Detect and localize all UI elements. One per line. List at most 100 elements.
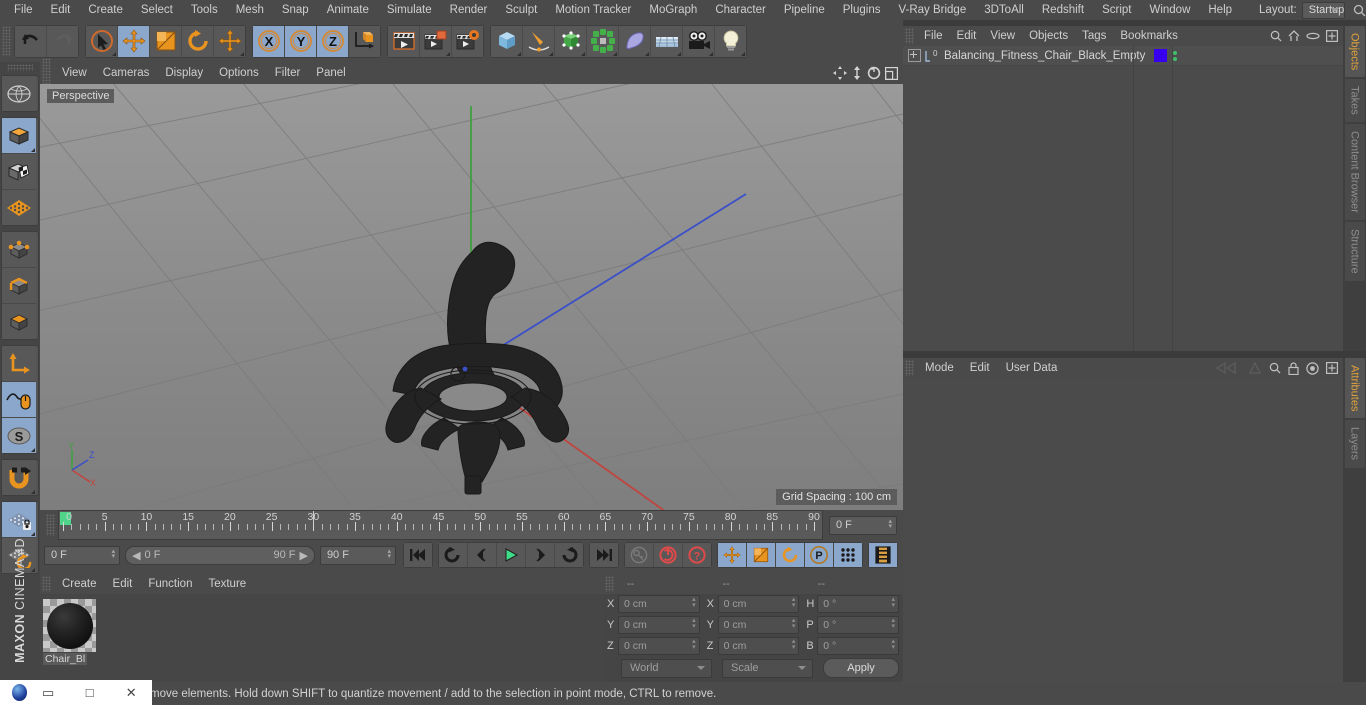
viewport-3d[interactable]: Perspective Grid Spacing : 100 cm Y X Z <box>40 84 903 510</box>
menu-create[interactable]: Create <box>79 0 132 20</box>
menu-tools[interactable]: Tools <box>182 0 227 20</box>
viewport-menu-view[interactable]: View <box>54 62 95 84</box>
menu-vray-bridge[interactable]: V-Ray Bridge <box>889 0 975 20</box>
object-list[interactable]: 0 Balancing_Fitness_Chair_Black_Empty <box>903 46 1343 351</box>
size-y-field[interactable]: 0 cm ▴ ▾ <box>717 616 800 634</box>
frame-start-field[interactable]: 0 F ▴ ▾ <box>44 545 121 565</box>
spinner-icon[interactable]: ▴ ▾ <box>892 638 896 651</box>
coordinate-system-button[interactable] <box>349 25 380 57</box>
menu-snap[interactable]: Snap <box>273 0 318 20</box>
object-menu-bookmarks[interactable]: Bookmarks <box>1113 26 1185 46</box>
tab-takes[interactable]: Takes <box>1344 79 1365 123</box>
menu-script[interactable]: Script <box>1093 0 1140 20</box>
minimize-button[interactable]: ▭ <box>27 680 69 705</box>
cone-icon[interactable] <box>1248 361 1262 375</box>
go-to-end-button[interactable] <box>590 543 619 567</box>
viewport-menu-panel[interactable]: Panel <box>308 62 353 84</box>
coordinate-mode-dropdown[interactable]: Scale <box>722 658 814 678</box>
uv-mode-button[interactable] <box>2 76 36 111</box>
add-environment-button[interactable] <box>651 25 683 57</box>
add-spline-button[interactable] <box>523 25 555 57</box>
spinner-icon[interactable]: ▴ ▾ <box>888 518 892 530</box>
position-y-field[interactable]: 0 cm ▴ ▾ <box>617 616 700 634</box>
key-scale-button[interactable] <box>747 543 777 567</box>
close-button[interactable]: ✕ <box>110 680 152 705</box>
edges-mode-button[interactable] <box>2 268 36 304</box>
menu-select[interactable]: Select <box>132 0 182 20</box>
object-menu-objects[interactable]: Objects <box>1022 26 1075 46</box>
range-right-arrow-icon[interactable]: ▶ <box>299 549 307 562</box>
live-selection-button[interactable] <box>86 25 118 57</box>
attribute-menu-user-data[interactable]: User Data <box>998 358 1066 378</box>
loop-forward-button[interactable] <box>555 543 584 567</box>
spinner-icon[interactable]: ▴ ▾ <box>792 638 796 651</box>
material-swatch[interactable] <box>43 599 96 652</box>
menu-help[interactable]: Help <box>1199 0 1241 20</box>
expand-icon[interactable] <box>908 49 921 62</box>
timeline-ruler[interactable]: 051015202530354045505560657075808590 <box>58 510 823 540</box>
material-item[interactable]: Chair_Bl <box>43 599 98 687</box>
viewport-menu-cameras[interactable]: Cameras <box>95 62 158 84</box>
rotation-b-field[interactable]: 0 ° ▴ ▾ <box>817 637 900 655</box>
menu-plugins[interactable]: Plugins <box>834 0 890 20</box>
rotate-tool-button[interactable] <box>182 25 214 57</box>
layout-dropdown[interactable]: Startup <box>1301 1 1346 19</box>
rotation-h-field[interactable]: 0 ° ▴ ▾ <box>817 595 900 613</box>
key-position-button[interactable] <box>718 543 748 567</box>
size-z-field[interactable]: 0 cm ▴ ▾ <box>717 637 800 655</box>
soft-selection-button[interactable]: S <box>2 418 36 453</box>
rotate-icon[interactable] <box>867 66 881 80</box>
menu-animate[interactable]: Animate <box>318 0 378 20</box>
render-to-picture-viewer-button[interactable] <box>420 25 452 57</box>
tab-objects[interactable]: Objects <box>1344 26 1365 78</box>
maximize-button[interactable]: □ <box>69 680 111 705</box>
coordinates-grip[interactable] <box>605 576 614 592</box>
position-z-field[interactable]: 0 cm ▴ ▾ <box>617 637 700 655</box>
key-parameter-button[interactable]: P <box>805 543 835 567</box>
move-duplicate-button[interactable] <box>214 25 245 57</box>
key-point-level-animation-button[interactable] <box>834 543 863 567</box>
search-icon[interactable] <box>1270 30 1282 42</box>
nav-back-icon[interactable] <box>1215 362 1241 374</box>
spinner-icon[interactable]: ▴ ▾ <box>692 596 696 609</box>
add-generator-button[interactable] <box>555 25 587 57</box>
tab-attributes[interactable]: Attributes <box>1344 358 1365 419</box>
play-backwards-loop-button[interactable] <box>439 543 469 567</box>
material-grip[interactable] <box>42 576 51 592</box>
move-tool-button[interactable] <box>118 25 150 57</box>
menu-mesh[interactable]: Mesh <box>227 0 273 20</box>
menu-search-icon[interactable] <box>1353 4 1366 17</box>
menu-window[interactable]: Window <box>1140 0 1199 20</box>
key-rotation-button[interactable] <box>776 543 806 567</box>
viewport-menu-display[interactable]: Display <box>157 62 211 84</box>
current-frame-field[interactable]: 0 F ▴ ▾ <box>829 515 897 535</box>
menu-mograph[interactable]: MoGraph <box>640 0 706 20</box>
zoom-icon[interactable] <box>851 66 863 80</box>
attribute-body[interactable] <box>903 378 1343 682</box>
model-mode-button[interactable] <box>2 118 36 154</box>
step-back-button[interactable] <box>468 543 498 567</box>
home-icon[interactable] <box>1288 30 1300 42</box>
menu-character[interactable]: Character <box>706 0 775 20</box>
material-menu-function[interactable]: Function <box>140 574 200 594</box>
menu-simulate[interactable]: Simulate <box>378 0 441 20</box>
render-view-button[interactable] <box>388 25 420 57</box>
spinner-icon[interactable]: ▴ ▾ <box>892 617 896 630</box>
ellipse-icon[interactable] <box>1306 31 1320 41</box>
viewport-menu-options[interactable]: Options <box>211 62 267 84</box>
maximize-icon[interactable] <box>885 66 898 80</box>
material-menu-texture[interactable]: Texture <box>200 574 254 594</box>
plus-box-icon[interactable] <box>1326 30 1338 42</box>
add-deformer-button[interactable] <box>619 25 651 57</box>
material-menu-edit[interactable]: Edit <box>105 574 141 594</box>
enable-snapping-button[interactable] <box>2 382 36 418</box>
axis-modify-button[interactable] <box>2 346 36 382</box>
spinner-icon[interactable]: ▴ ▾ <box>792 596 796 609</box>
toolbar-grip[interactable] <box>2 26 11 56</box>
menu-motion-tracker[interactable]: Motion Tracker <box>546 0 640 20</box>
left-toolbar-grip[interactable] <box>7 64 33 71</box>
texture-mode-button[interactable] <box>2 154 36 190</box>
spinner-icon[interactable]: ▴ ▾ <box>892 596 896 609</box>
object-grip[interactable] <box>905 28 914 44</box>
tab-content-browser[interactable]: Content Browser <box>1344 124 1365 220</box>
